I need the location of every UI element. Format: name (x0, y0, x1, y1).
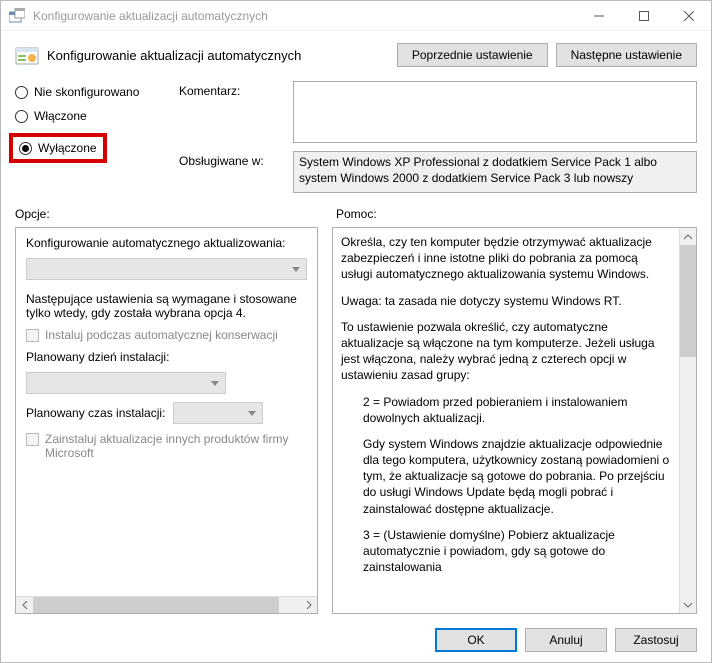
scroll-track (33, 597, 300, 613)
help-paragraph: Gdy system Windows znajdzie aktualizacje… (341, 436, 671, 517)
options-panel: Konfigurowanie automatycznego aktualizow… (15, 227, 318, 614)
scroll-thumb[interactable] (680, 245, 696, 357)
panels-row: Konfigurowanie automatycznego aktualizow… (15, 227, 697, 614)
cancel-button[interactable]: Anuluj (525, 628, 607, 652)
radio-icon-checked (19, 142, 32, 155)
apply-button[interactable]: Zastosuj (615, 628, 697, 652)
checkbox-icon (26, 329, 39, 342)
options-hscrollbar[interactable] (16, 596, 317, 613)
radio-icon (15, 110, 28, 123)
help-label: Pomoc: (320, 207, 697, 221)
supported-label: Obsługiwane w: (179, 151, 289, 168)
dialog-window: Konfigurowanie aktualizacji automatyczny… (0, 0, 712, 663)
radio-label: Włączone (34, 109, 87, 123)
help-content: Określa, czy ten komputer będzie otrzymy… (333, 228, 679, 613)
window-title: Konfigurowanie aktualizacji automatyczny… (33, 9, 576, 23)
install-day-combo[interactable] (26, 372, 226, 394)
ok-button[interactable]: OK (435, 628, 517, 652)
scroll-thumb[interactable] (33, 597, 279, 613)
header-row: Konfigurowanie aktualizacji automatyczny… (15, 43, 697, 67)
titlebar: Konfigurowanie aktualizacji automatyczny… (1, 1, 711, 31)
help-vscrollbar[interactable] (679, 228, 696, 613)
supported-on-text: System Windows XP Professional z dodatki… (299, 155, 657, 185)
checkbox-label: Zainstaluj aktualizacje innych produktów… (45, 432, 307, 460)
radio-label: Nie skonfigurowano (34, 85, 139, 99)
help-paragraph: Określa, czy ten komputer będzie otrzymy… (341, 234, 671, 283)
section-labels: Opcje: Pomoc: (15, 207, 697, 221)
comment-label: Komentarz: (179, 81, 289, 98)
options-note: Następujące ustawienia są wymagane i sto… (26, 292, 307, 320)
policy-title: Konfigurowanie aktualizacji automatyczny… (47, 48, 389, 63)
radio-not-configured[interactable]: Nie skonfigurowano (15, 85, 175, 99)
policy-icon (15, 43, 39, 67)
comment-textarea[interactable] (293, 81, 697, 143)
update-mode-combo[interactable] (26, 258, 307, 280)
scroll-left-icon (16, 597, 33, 613)
maximize-button[interactable] (621, 1, 666, 30)
options-label: Opcje: (15, 207, 320, 221)
help-paragraph: 2 = Powiadom przed pobieraniem i instalo… (341, 394, 671, 426)
radio-enabled[interactable]: Włączone (15, 109, 175, 123)
checkbox-label: Instaluj podczas automatycznej konserwac… (45, 328, 278, 342)
radio-icon (15, 86, 28, 99)
help-panel: Określa, czy ten komputer będzie otrzymy… (332, 227, 697, 614)
install-maintenance-checkbox[interactable]: Instaluj podczas automatycznej konserwac… (26, 328, 307, 342)
other-products-checkbox[interactable]: Zainstaluj aktualizacje innych produktów… (26, 432, 307, 460)
scroll-up-icon (680, 228, 696, 245)
state-radio-group: Nie skonfigurowano Włączone Wyłączone (15, 81, 175, 163)
install-time-label: Planowany czas instalacji: (26, 406, 165, 420)
help-paragraph: To ustawienie pozwala określić, czy auto… (341, 319, 671, 384)
radio-label: Wyłączone (38, 141, 97, 155)
help-paragraph: 3 = (Ustawienie domyślne) Pobierz aktual… (341, 527, 671, 576)
minimize-button[interactable] (576, 1, 621, 30)
previous-setting-button[interactable]: Poprzednie ustawienie (397, 43, 548, 67)
help-paragraph: Uwaga: ta zasada nie dotyczy systemu Win… (341, 293, 671, 309)
checkbox-icon (26, 433, 39, 446)
install-day-label: Planowany dzień instalacji: (26, 350, 307, 364)
footer-buttons: OK Anuluj Zastosuj (15, 624, 697, 652)
close-button[interactable] (666, 1, 711, 30)
scroll-track (680, 245, 696, 596)
options-content: Konfigurowanie automatycznego aktualizow… (16, 228, 317, 596)
window-controls (576, 1, 711, 30)
supported-on-box: System Windows XP Professional z dodatki… (293, 151, 697, 193)
content-area: Konfigurowanie aktualizacji automatyczny… (1, 31, 711, 662)
options-title: Konfigurowanie automatycznego aktualizow… (26, 236, 307, 250)
radio-disabled[interactable]: Wyłączone (9, 133, 107, 163)
install-time-row: Planowany czas instalacji: (26, 402, 307, 424)
scroll-right-icon (300, 597, 317, 613)
scroll-down-icon (680, 596, 696, 613)
app-icon (9, 8, 25, 24)
install-time-combo[interactable] (173, 402, 263, 424)
next-setting-button[interactable]: Następne ustawienie (556, 43, 697, 67)
config-grid: Nie skonfigurowano Włączone Wyłączone Ko… (15, 81, 697, 193)
